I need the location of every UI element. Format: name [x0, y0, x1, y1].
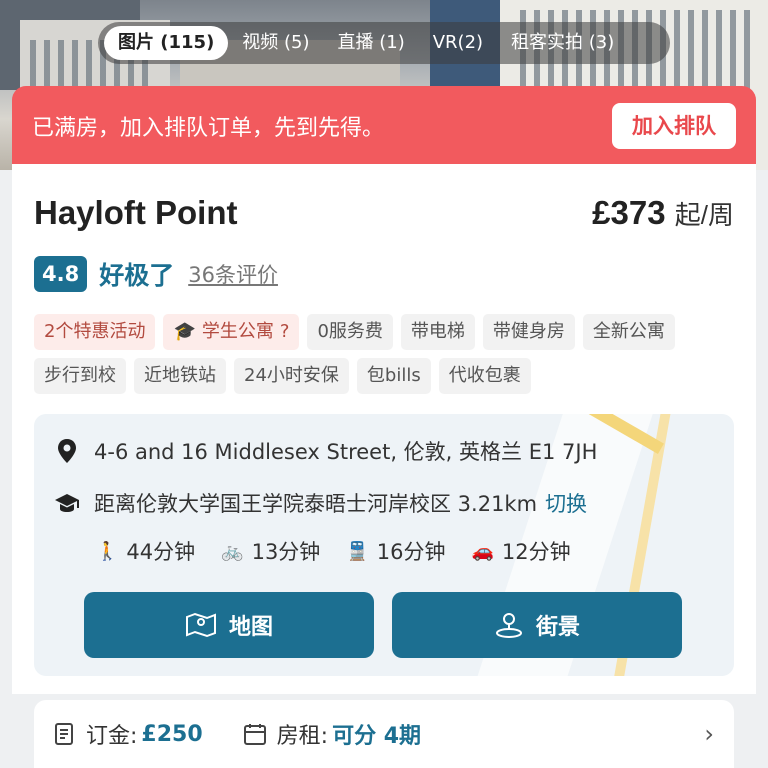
rent-label: 房租:	[276, 724, 329, 749]
car-time: 🚗 12分钟	[471, 536, 570, 566]
property-card: Hayloft Point £373 起/周 4.8 好极了 36条评价 2个特…	[12, 164, 756, 694]
street-view-label: 街景	[535, 615, 580, 640]
tag-bills-included: 包bills	[356, 358, 431, 394]
payment-row[interactable]: 订金: £250 房租: 可分 4期 ›	[34, 700, 734, 768]
tag-student-label: 学生公寓	[201, 321, 274, 342]
car-icon: 🚗	[471, 540, 494, 562]
graduation-cap-icon	[54, 490, 80, 516]
tag-near-subway: 近地铁站	[134, 358, 226, 394]
bike-icon: 🚲	[221, 540, 244, 562]
receipt-icon	[54, 722, 76, 746]
tab-videos[interactable]: 视频 (5)	[228, 26, 323, 60]
tag-student-housing[interactable]: 🎓 学生公寓?	[163, 314, 300, 350]
address-line: 4-6 and 16 Middlesex Street, 伦敦, 英格兰 E1 …	[54, 436, 597, 466]
location-box: 4-6 and 16 Middlesex Street, 伦敦, 英格兰 E1 …	[34, 414, 734, 676]
deposit-label: 订金:	[86, 724, 138, 749]
rating-label: 好极了	[99, 261, 175, 290]
map-pin-icon	[54, 438, 80, 464]
price-unit: 起/周	[674, 200, 734, 230]
bike-time-value: 13分钟	[251, 540, 321, 564]
banner-text: 已满房，加入排队订单，先到先得。	[32, 116, 385, 141]
map-button-label: 地图	[228, 615, 273, 640]
reviews-link[interactable]: 36条评价	[188, 259, 278, 289]
tag-promotions[interactable]: 2个特惠活动	[34, 314, 156, 350]
tag-no-service-fee: 0服务费	[307, 314, 393, 350]
campus-line: 距离伦敦大学国王学院泰晤士河岸校区 3.21km 切换	[54, 488, 587, 518]
calendar-icon	[243, 722, 267, 746]
transit-time-value: 16分钟	[376, 540, 446, 564]
price-value: £373	[592, 194, 666, 231]
tab-tenant-photos[interactable]: 租客实拍 (3)	[497, 26, 628, 60]
media-tabs: 图片 (115) 视频 (5) 直播 (1) VR(2) 租客实拍 (3)	[98, 22, 670, 64]
map-icon	[185, 612, 216, 638]
graduation-cap-icon: 🎓	[173, 321, 196, 342]
deposit-value: £250	[141, 721, 203, 747]
tag-elevator: 带电梯	[400, 314, 475, 350]
travel-times: 🚶 44分钟 🚲 13分钟 🚆 16分钟 🚗 12分钟	[96, 536, 597, 566]
campus-distance: 距离伦敦大学国王学院泰晤士河岸校区 3.21km	[94, 492, 538, 516]
tag-walk-to-school: 步行到校	[34, 358, 126, 394]
full-booking-banner: 已满房，加入排队订单，先到先得。 加入排队	[12, 86, 756, 166]
tab-vr[interactable]: VR(2)	[419, 26, 497, 60]
walk-time: 🚶 44分钟	[96, 536, 195, 566]
switch-campus-link[interactable]: 切换	[545, 488, 587, 518]
chevron-right-icon: ›	[704, 720, 714, 748]
price: £373 起/周	[592, 194, 734, 232]
bike-time: 🚲 13分钟	[221, 536, 320, 566]
tag-parcel-collection: 代收包裹	[438, 358, 531, 394]
rating-score: 4.8	[34, 256, 88, 292]
tab-live[interactable]: 直播 (1)	[324, 26, 419, 60]
map-button[interactable]: 地图	[84, 592, 374, 658]
help-circle-icon: ?	[279, 321, 290, 342]
tab-photos[interactable]: 图片 (115)	[104, 26, 229, 60]
tag-24h-security: 24小时安保	[234, 358, 349, 394]
tag-new-apartment: 全新公寓	[582, 314, 675, 350]
car-time-value: 12分钟	[501, 540, 571, 564]
rent-value: 可分 4期	[332, 724, 422, 749]
property-name: Hayloft Point	[34, 194, 238, 231]
feature-tags: 2个特惠活动 🎓 学生公寓? 0服务费 带电梯 带健身房 全新公寓 步行到校 近地…	[34, 314, 734, 394]
transit-time: 🚆 16分钟	[346, 536, 445, 566]
tag-gym: 带健身房	[482, 314, 575, 350]
train-icon: 🚆	[346, 540, 369, 562]
rating-row: 4.8 好极了 36条评价	[34, 256, 278, 292]
address-text: 4-6 and 16 Middlesex Street, 伦敦, 英格兰 E1 …	[94, 440, 598, 464]
walk-icon: 🚶	[96, 540, 119, 562]
walk-time-value: 44分钟	[126, 540, 196, 564]
street-view-button[interactable]: 街景	[392, 592, 682, 658]
join-queue-button[interactable]: 加入排队	[612, 103, 736, 149]
street-view-icon	[495, 613, 522, 638]
